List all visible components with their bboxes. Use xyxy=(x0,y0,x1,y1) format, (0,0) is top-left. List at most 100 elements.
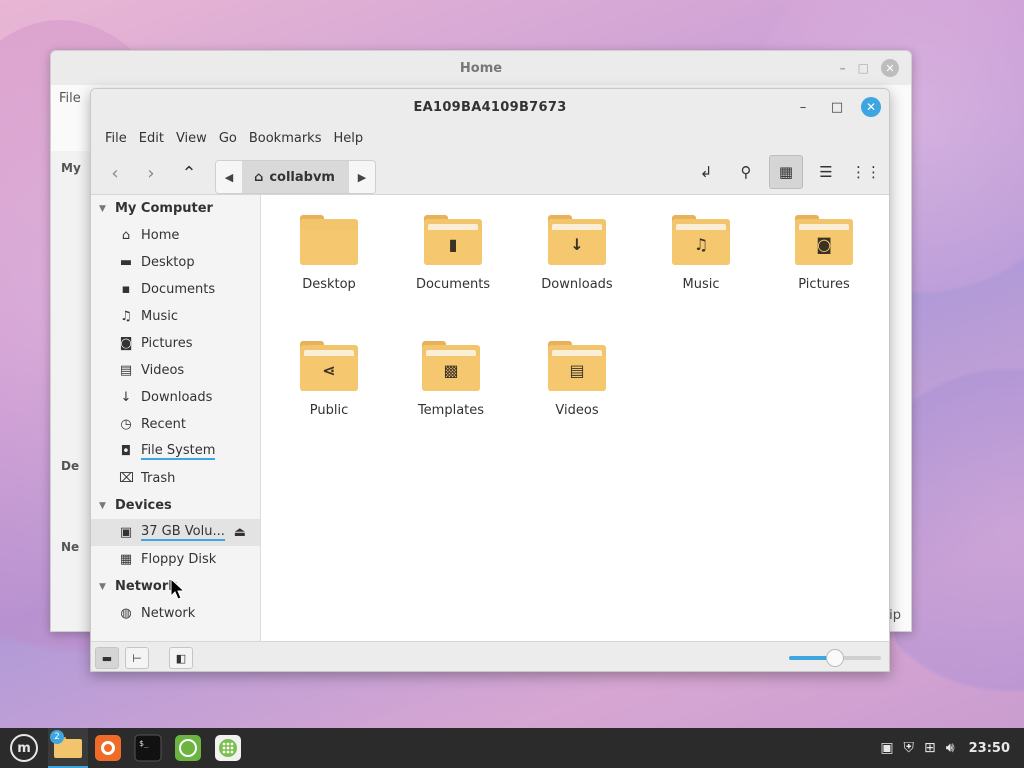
sidebar-item-volume[interactable]: ▣ 37 GB Volu... ⏏ xyxy=(91,519,260,546)
window-title: EA109BA4109B7673 xyxy=(413,99,567,115)
firefox-icon xyxy=(95,735,121,761)
menu-edit[interactable]: Edit xyxy=(133,131,170,146)
sidebar-section-devices[interactable]: ▼ Devices xyxy=(91,492,260,519)
sidebar-item-documents[interactable]: ▪ Documents xyxy=(91,276,260,303)
hide-sidebar-button[interactable]: ◧ xyxy=(169,647,193,669)
menu-help[interactable]: Help xyxy=(327,131,369,146)
clock-icon: ◷ xyxy=(120,417,132,432)
home-icon: ⌂ xyxy=(121,228,131,243)
mouse-cursor-icon xyxy=(170,577,186,600)
folder-music-icon: ♫ xyxy=(672,215,730,265)
clock[interactable]: 23:50 xyxy=(969,741,1010,756)
folder-item-pictures[interactable]: ◙ Pictures xyxy=(769,215,879,292)
mint-logo-icon: m xyxy=(10,734,38,762)
back-sidebar-label: De xyxy=(61,459,80,473)
folder-item-templates[interactable]: ▩ Templates xyxy=(396,341,506,418)
camera-icon: ◙ xyxy=(119,336,133,351)
back-sidebar-label: My xyxy=(61,161,81,175)
taskbar-firefox[interactable] xyxy=(88,728,128,768)
path-right-arrow-icon[interactable]: ▶ xyxy=(348,161,375,193)
taskbar-files[interactable]: 2 xyxy=(48,728,88,768)
folder-item-downloads[interactable]: ↓ Downloads xyxy=(522,215,632,292)
window-titlebar[interactable]: EA109BA4109B7673 – □ ✕ xyxy=(91,89,889,125)
zoom-slider[interactable] xyxy=(789,649,881,667)
sidebar-item-recent[interactable]: ◷ Recent xyxy=(91,411,260,438)
sidebar-item-label: 37 GB Volu... xyxy=(141,524,225,541)
sidebar-item-downloads[interactable]: ↓ Downloads xyxy=(91,384,260,411)
sidebar-item-music[interactable]: ♫ Music xyxy=(91,303,260,330)
section-title: Network xyxy=(115,579,177,594)
eject-icon[interactable]: ⏏ xyxy=(234,525,246,540)
compact-view-icon[interactable]: ⋮⋮ xyxy=(849,155,883,189)
taskbar-software-manager[interactable] xyxy=(208,728,248,768)
back-window-titlebar[interactable]: Home – □ ✕ xyxy=(51,51,911,85)
sidebar-section-my-computer[interactable]: ▼ My Computer xyxy=(91,195,260,222)
sidebar-item-videos[interactable]: ▤ Videos xyxy=(91,357,260,384)
minimize-button[interactable]: – xyxy=(793,97,813,117)
folder-videos-icon: ▤ xyxy=(548,341,606,391)
sidebar-item-network[interactable]: ◍ Network xyxy=(91,600,260,627)
path-crumb-label: collabvm xyxy=(269,169,335,185)
icon-view-icon[interactable]: ▦ xyxy=(769,155,803,189)
forward-button[interactable]: › xyxy=(137,159,165,187)
back-menu-file[interactable]: File xyxy=(59,91,81,106)
close-icon[interactable]: ✕ xyxy=(881,59,899,77)
maximize-button[interactable]: □ xyxy=(827,97,847,117)
taskbar-terminal[interactable]: $_ xyxy=(128,728,168,768)
zoom-slider-knob[interactable] xyxy=(826,649,844,667)
music-icon: ♫ xyxy=(120,309,132,324)
folder-item-documents[interactable]: ▮ Documents xyxy=(398,215,508,292)
menu-bookmarks[interactable]: Bookmarks xyxy=(243,131,328,146)
menu-view[interactable]: View xyxy=(170,131,213,146)
section-title: My Computer xyxy=(115,201,213,216)
start-menu-button[interactable]: m xyxy=(0,728,48,768)
drive-icon: ◘ xyxy=(120,444,132,459)
show-treeview-button[interactable]: ⊢ xyxy=(125,647,149,669)
statusbar: ▬ ⊢ ◧ xyxy=(91,641,889,671)
file-manager-window[interactable]: EA109BA4109B7673 – □ ✕ File Edit View Go… xyxy=(90,88,890,672)
floppy-icon: ▦ xyxy=(119,552,133,567)
toggle-location-icon[interactable]: ↲ xyxy=(689,155,723,189)
up-button[interactable]: ⌃ xyxy=(175,159,203,187)
search-icon[interactable]: ⚲ xyxy=(729,155,763,189)
sidebar-item-pictures[interactable]: ◙ Pictures xyxy=(91,330,260,357)
clipboard-icon[interactable]: ▣ xyxy=(880,740,893,756)
minimize-icon[interactable]: – xyxy=(840,61,846,75)
path-left-arrow-icon[interactable]: ◀ xyxy=(216,161,242,193)
toolbar: ‹ › ⌃ ◀ ⌂ collabvm ▶ ↲ ⚲ ▦ ☰ ⋮⋮ xyxy=(91,151,889,195)
software-manager-icon xyxy=(215,735,241,761)
folder-downloads-icon: ↓ xyxy=(548,215,606,265)
sidebar-item-label: Pictures xyxy=(141,336,193,351)
folder-item-desktop[interactable]: Desktop xyxy=(274,215,384,292)
taskbar: m 2 $_ ▣ ⛨ ⊞ 🔊︎ 23:50 xyxy=(0,728,1024,768)
back-status-text: ip xyxy=(889,608,901,623)
volume-icon[interactable]: 🔊︎ xyxy=(946,740,955,756)
folder-item-videos[interactable]: ▤ Videos xyxy=(522,341,632,418)
sidebar-item-label: Floppy Disk xyxy=(141,552,217,567)
file-view[interactable]: Desktop ▮ Documents ↓ Downloads ♫ Music … xyxy=(262,195,889,643)
folder-item-public[interactable]: ⋖ Public xyxy=(274,341,384,418)
sidebar-item-desktop[interactable]: ▬ Desktop xyxy=(91,249,260,276)
taskbar-mintupdate[interactable] xyxy=(168,728,208,768)
menu-go[interactable]: Go xyxy=(213,131,243,146)
sidebar-item-file-system[interactable]: ◘ File System xyxy=(91,438,260,465)
section-title: Devices xyxy=(115,498,172,513)
close-button[interactable]: ✕ xyxy=(861,97,881,117)
folder-item-music[interactable]: ♫ Music xyxy=(646,215,756,292)
folder-documents-icon: ▮ xyxy=(424,215,482,265)
back-sidebar: My De Ne xyxy=(51,151,91,631)
path-crumb-home[interactable]: ⌂ collabvm xyxy=(242,161,349,193)
list-view-icon[interactable]: ☰ xyxy=(809,155,843,189)
sidebar-item-trash[interactable]: ⌧ Trash xyxy=(91,465,260,492)
sidebar-item-home[interactable]: ⌂ Home xyxy=(91,222,260,249)
menu-file[interactable]: File xyxy=(99,131,133,146)
maximize-icon[interactable]: □ xyxy=(858,61,869,75)
network-icon[interactable]: ⊞ xyxy=(924,740,936,756)
sidebar-item-floppy[interactable]: ▦ Floppy Disk xyxy=(91,546,260,573)
shield-icon[interactable]: ⛨ xyxy=(904,740,915,756)
folder-icon xyxy=(300,215,358,265)
folder-label: Desktop xyxy=(302,277,356,292)
back-button[interactable]: ‹ xyxy=(101,159,129,187)
show-places-button[interactable]: ▬ xyxy=(95,647,119,669)
folder-label: Videos xyxy=(555,403,599,418)
